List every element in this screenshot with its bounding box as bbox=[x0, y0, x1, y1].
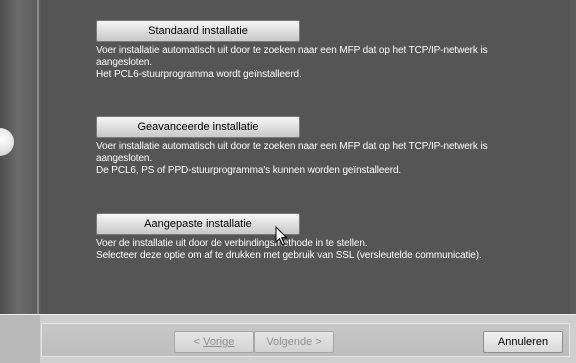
option-description: Voer de installatie uit door de verbindi… bbox=[96, 238, 566, 262]
option-description: Voer installatie automatisch uit door te… bbox=[96, 141, 566, 177]
option-standard: Standaard installatie Voer installatie a… bbox=[96, 20, 566, 81]
description-line: De PCL6, PS of PPD-stuurprogramma's kunn… bbox=[96, 165, 402, 176]
description-line: aangesloten. bbox=[96, 57, 153, 68]
custom-install-button[interactable]: Aangepaste installatie bbox=[96, 213, 300, 235]
description-line: aangesloten. bbox=[96, 153, 153, 164]
wizard-footer: < Vorige Volgende > Annuleren bbox=[0, 314, 576, 363]
description-line: Voer installatie automatisch uit door te… bbox=[96, 141, 488, 152]
footer-button-bar: < Vorige Volgende > Annuleren bbox=[41, 323, 570, 357]
description-line: Selecteer deze optie om af te drukken me… bbox=[96, 250, 482, 261]
option-custom: Aangepaste installatie Voer de installat… bbox=[96, 213, 566, 262]
install-options-panel: Standaard installatie Voer installatie a… bbox=[41, 0, 570, 314]
option-description: Voer installatie automatisch uit door te… bbox=[96, 45, 566, 81]
description-line: Voer de installatie uit door de verbindi… bbox=[96, 238, 368, 249]
back-label: Vorige bbox=[203, 336, 235, 348]
installer-window: Standaard installatie Voer installatie a… bbox=[0, 0, 576, 363]
divider bbox=[37, 0, 39, 314]
next-button[interactable]: Volgende > bbox=[254, 331, 334, 353]
mouse-pointer-icon bbox=[275, 226, 288, 246]
description-line: Voer installatie automatisch uit door te… bbox=[96, 45, 488, 56]
advanced-install-button[interactable]: Geavanceerde installatie bbox=[96, 116, 300, 138]
back-button[interactable]: < Vorige bbox=[174, 331, 254, 353]
option-advanced: Geavanceerde installatie Voer installati… bbox=[96, 116, 566, 177]
back-arrow-text: < bbox=[193, 336, 204, 348]
description-line: Het PCL6-stuurprogramma wordt geïnstalle… bbox=[96, 69, 302, 80]
cancel-button[interactable]: Annuleren bbox=[483, 331, 563, 353]
left-decoration-strip bbox=[0, 0, 40, 314]
standard-install-button[interactable]: Standaard installatie bbox=[96, 20, 300, 42]
footer-left-strip bbox=[0, 315, 40, 363]
